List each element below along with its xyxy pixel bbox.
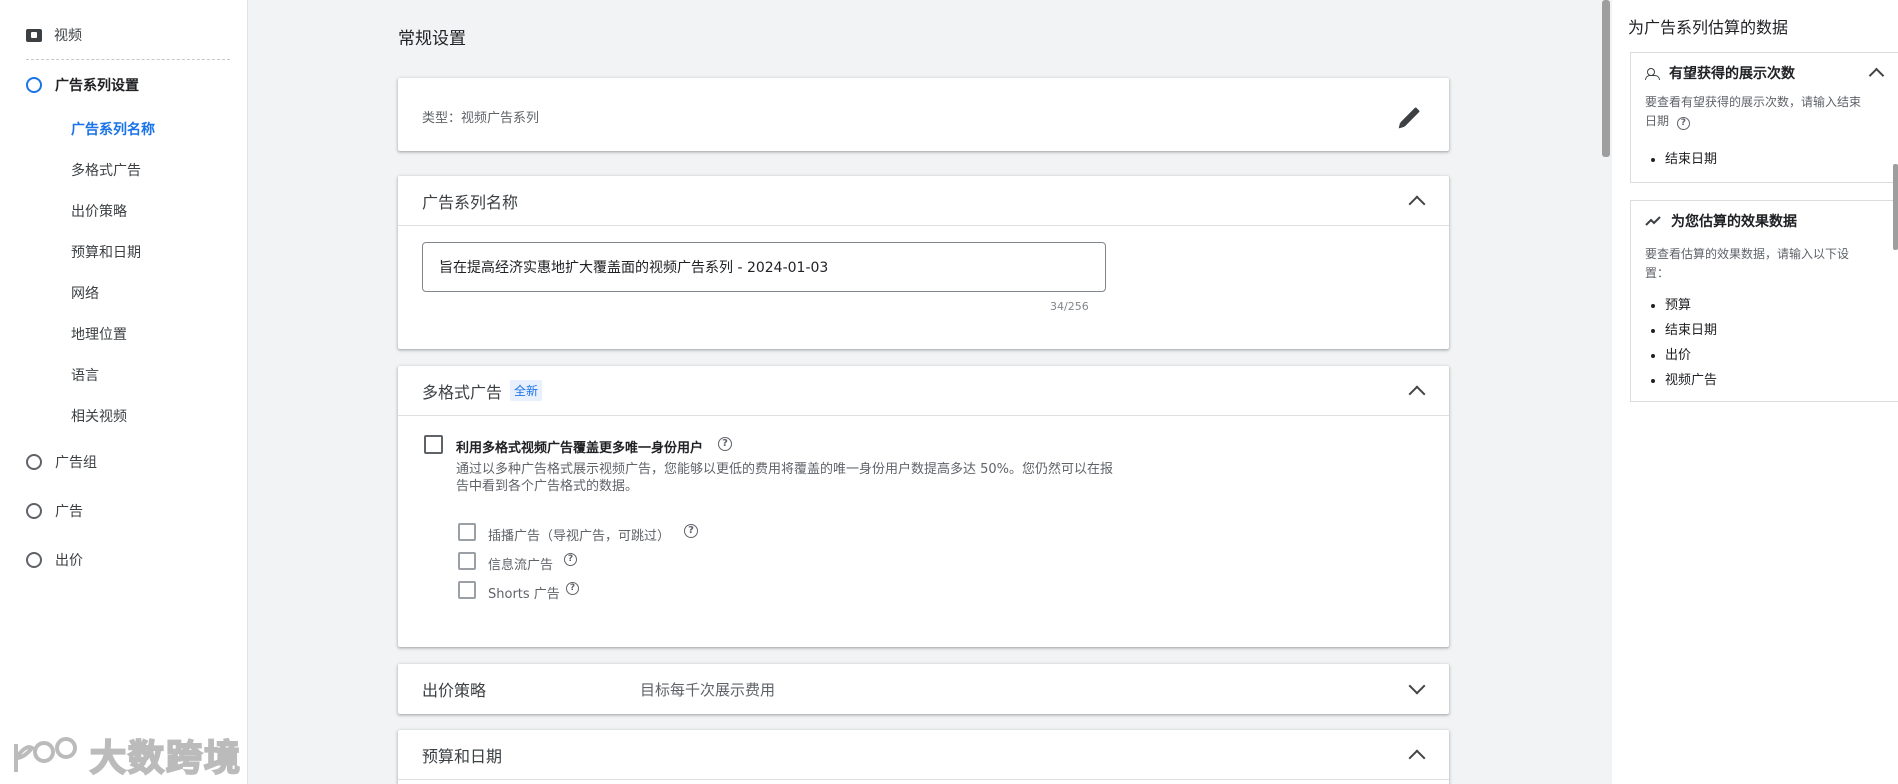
budget-dates-title: 预算和日期 bbox=[422, 746, 503, 766]
video-icon bbox=[26, 28, 42, 42]
nav-sub-campaign-name[interactable]: 广告系列名称 bbox=[71, 119, 155, 141]
impressions-card-desc-line1: 要查看有望获得的展示次数，请输入结束 bbox=[1645, 95, 1862, 109]
help-icon[interactable]: ? bbox=[718, 437, 732, 451]
help-icon[interactable]: ? bbox=[564, 553, 577, 566]
nav-campaign-settings[interactable]: 广告系列设置 bbox=[26, 72, 139, 98]
instream-label: 插播广告（导视广告，可跳过） bbox=[488, 529, 671, 544]
nav-divider bbox=[26, 59, 230, 60]
budget-dates-card: 预算和日期 bbox=[398, 730, 1449, 784]
nav-video-label: 视频 bbox=[54, 28, 82, 44]
nav-sub-languages[interactable]: 语言 bbox=[71, 365, 99, 387]
bid-strategy-value: 目标每千次展示费用 bbox=[640, 681, 776, 699]
multiformat-title: 多格式广告 bbox=[422, 382, 503, 402]
nav-sub-networks[interactable]: 网络 bbox=[71, 283, 99, 305]
performance-card-header: 为您估算的效果数据 bbox=[1645, 211, 1797, 231]
impressions-card-desc-line2: 日期 ? bbox=[1645, 112, 1891, 131]
pencil-icon[interactable] bbox=[1400, 107, 1420, 127]
nav-sub-budget-dates[interactable]: 预算和日期 bbox=[71, 242, 141, 264]
list-item: 视频广告 bbox=[1665, 368, 1717, 393]
impressions-card-title: 有望获得的展示次数 bbox=[1669, 66, 1795, 82]
chevron-up-icon[interactable] bbox=[1408, 385, 1426, 402]
nav-sub-bid-strategy[interactable]: 出价策略 bbox=[71, 201, 127, 223]
impressions-list: 结束日期 bbox=[1665, 147, 1717, 172]
ad-group-status-icon bbox=[26, 454, 42, 470]
char-count: 34/256 bbox=[1050, 300, 1089, 313]
list-item: 结束日期 bbox=[1665, 147, 1717, 172]
watermark: 大数跨境 bbox=[12, 729, 242, 781]
panel-scrollbar-thumb[interactable] bbox=[1893, 164, 1898, 250]
nav-ads[interactable]: 广告 bbox=[26, 498, 83, 524]
help-icon[interactable]: ? bbox=[684, 524, 698, 538]
nav-sub-related-videos[interactable]: 相关视频 bbox=[71, 406, 127, 428]
campaign-name-card: 广告系列名称 34/256 bbox=[398, 176, 1449, 349]
watermark-logo-icon bbox=[14, 737, 77, 772]
impressions-card: 有望获得的展示次数 要查看有望获得的展示次数，请输入结束 日期 ? 结束日期 bbox=[1630, 52, 1898, 183]
nav-video[interactable]: 视频 bbox=[26, 24, 82, 46]
multiformat-option-label: 利用多格式视频广告覆盖更多唯一身份用户 bbox=[456, 441, 704, 456]
nav-sub-multiformat[interactable]: 多格式广告 bbox=[71, 160, 141, 182]
infeed-label: 信息流广告 bbox=[488, 558, 554, 573]
budget-dates-header[interactable]: 预算和日期 bbox=[398, 730, 1449, 780]
bid-strategy-title: 出价策略 bbox=[422, 681, 487, 700]
page-title: 常规设置 bbox=[398, 29, 466, 49]
nav-bids[interactable]: 出价 bbox=[26, 547, 83, 573]
list-item: 出价 bbox=[1665, 343, 1717, 368]
multiformat-header[interactable]: 多格式广告 全新 bbox=[398, 366, 1449, 416]
nav-sub-locations[interactable]: 地理位置 bbox=[71, 324, 127, 346]
multiformat-checkbox[interactable] bbox=[424, 435, 443, 454]
nav-ads-label: 广告 bbox=[55, 504, 83, 520]
campaign-settings-status-icon bbox=[26, 77, 42, 93]
chevron-up-icon[interactable] bbox=[1408, 195, 1426, 212]
nav-ad-group-label: 广告组 bbox=[55, 455, 97, 471]
people-icon bbox=[1645, 67, 1660, 80]
performance-card: 为您估算的效果数据 要查看估算的效果数据，请输入以下设 置： 预算 结束日期 出… bbox=[1630, 200, 1898, 402]
nav-ad-group[interactable]: 广告组 bbox=[26, 449, 97, 475]
bid-strategy-card[interactable]: 出价策略 目标每千次展示费用 bbox=[398, 664, 1449, 714]
list-item: 预算 bbox=[1665, 293, 1717, 318]
performance-card-desc-line2: 置： bbox=[1645, 266, 1670, 280]
nav-campaign-settings-label: 广告系列设置 bbox=[55, 78, 139, 94]
left-nav: 视频 广告系列设置 广告系列名称 多格式广告 出价策略 预算和日期 网络 地理位… bbox=[0, 0, 248, 784]
bids-status-icon bbox=[26, 552, 42, 568]
shorts-label: Shorts 广告 bbox=[488, 587, 560, 602]
instream-checkbox[interactable] bbox=[458, 523, 476, 541]
chevron-up-icon[interactable] bbox=[1868, 67, 1885, 84]
main-scrollbar-thumb[interactable] bbox=[1602, 0, 1610, 157]
nav-bids-label: 出价 bbox=[55, 553, 83, 569]
performance-card-title: 为您估算的效果数据 bbox=[1671, 214, 1797, 230]
multiformat-card: 多格式广告 全新 利用多格式视频广告覆盖更多唯一身份用户 ? 通过以多种广告格式… bbox=[398, 366, 1449, 647]
campaign-name-input[interactable] bbox=[422, 242, 1106, 292]
new-badge: 全新 bbox=[510, 380, 543, 401]
performance-list: 预算 结束日期 出价 视频广告 bbox=[1665, 293, 1717, 393]
impressions-card-desc: 要查看有望获得的展示次数，请输入结束 日期 ? bbox=[1645, 93, 1891, 131]
ads-status-icon bbox=[26, 503, 42, 519]
campaign-type-label: 类型：视频广告系列 bbox=[422, 111, 540, 126]
performance-card-desc: 要查看估算的效果数据，请输入以下设 置： bbox=[1645, 245, 1891, 283]
campaign-name-header[interactable]: 广告系列名称 bbox=[398, 176, 1449, 226]
campaign-name-title: 广告系列名称 bbox=[422, 192, 519, 212]
multiformat-description-line1: 通过以多种广告格式展示视频广告，您能够以更低的费用将覆盖的唯一身份用户数提高多达… bbox=[456, 462, 1114, 477]
performance-card-desc-line1: 要查看估算的效果数据，请输入以下设 bbox=[1645, 247, 1850, 261]
multiformat-description: 通过以多种广告格式展示视频广告，您能够以更低的费用将覆盖的唯一身份用户数提高多达… bbox=[456, 461, 1156, 495]
help-icon[interactable]: ? bbox=[1676, 117, 1690, 130]
bid-strategy-header[interactable]: 出价策略 bbox=[398, 664, 1449, 714]
infeed-checkbox[interactable] bbox=[458, 552, 476, 570]
shorts-checkbox[interactable] bbox=[458, 581, 476, 599]
chevron-down-icon[interactable] bbox=[1408, 677, 1426, 695]
list-item: 结束日期 bbox=[1665, 318, 1717, 343]
multiformat-description-line2: 告中看到各个广告格式的数据。 bbox=[456, 479, 639, 494]
watermark-text: 大数跨境 bbox=[89, 737, 243, 780]
estimates-panel: 为广告系列估算的数据 有望获得的展示次数 要查看有望获得的展示次数，请输入结束 … bbox=[1612, 0, 1898, 784]
impressions-card-header[interactable]: 有望获得的展示次数 bbox=[1645, 63, 1795, 83]
chevron-up-icon[interactable] bbox=[1408, 749, 1426, 766]
trending-up-icon bbox=[1645, 216, 1661, 226]
campaign-type-card: 类型：视频广告系列 bbox=[398, 78, 1449, 151]
help-icon[interactable]: ? bbox=[566, 582, 579, 595]
estimates-title: 为广告系列估算的数据 bbox=[1628, 18, 1789, 37]
